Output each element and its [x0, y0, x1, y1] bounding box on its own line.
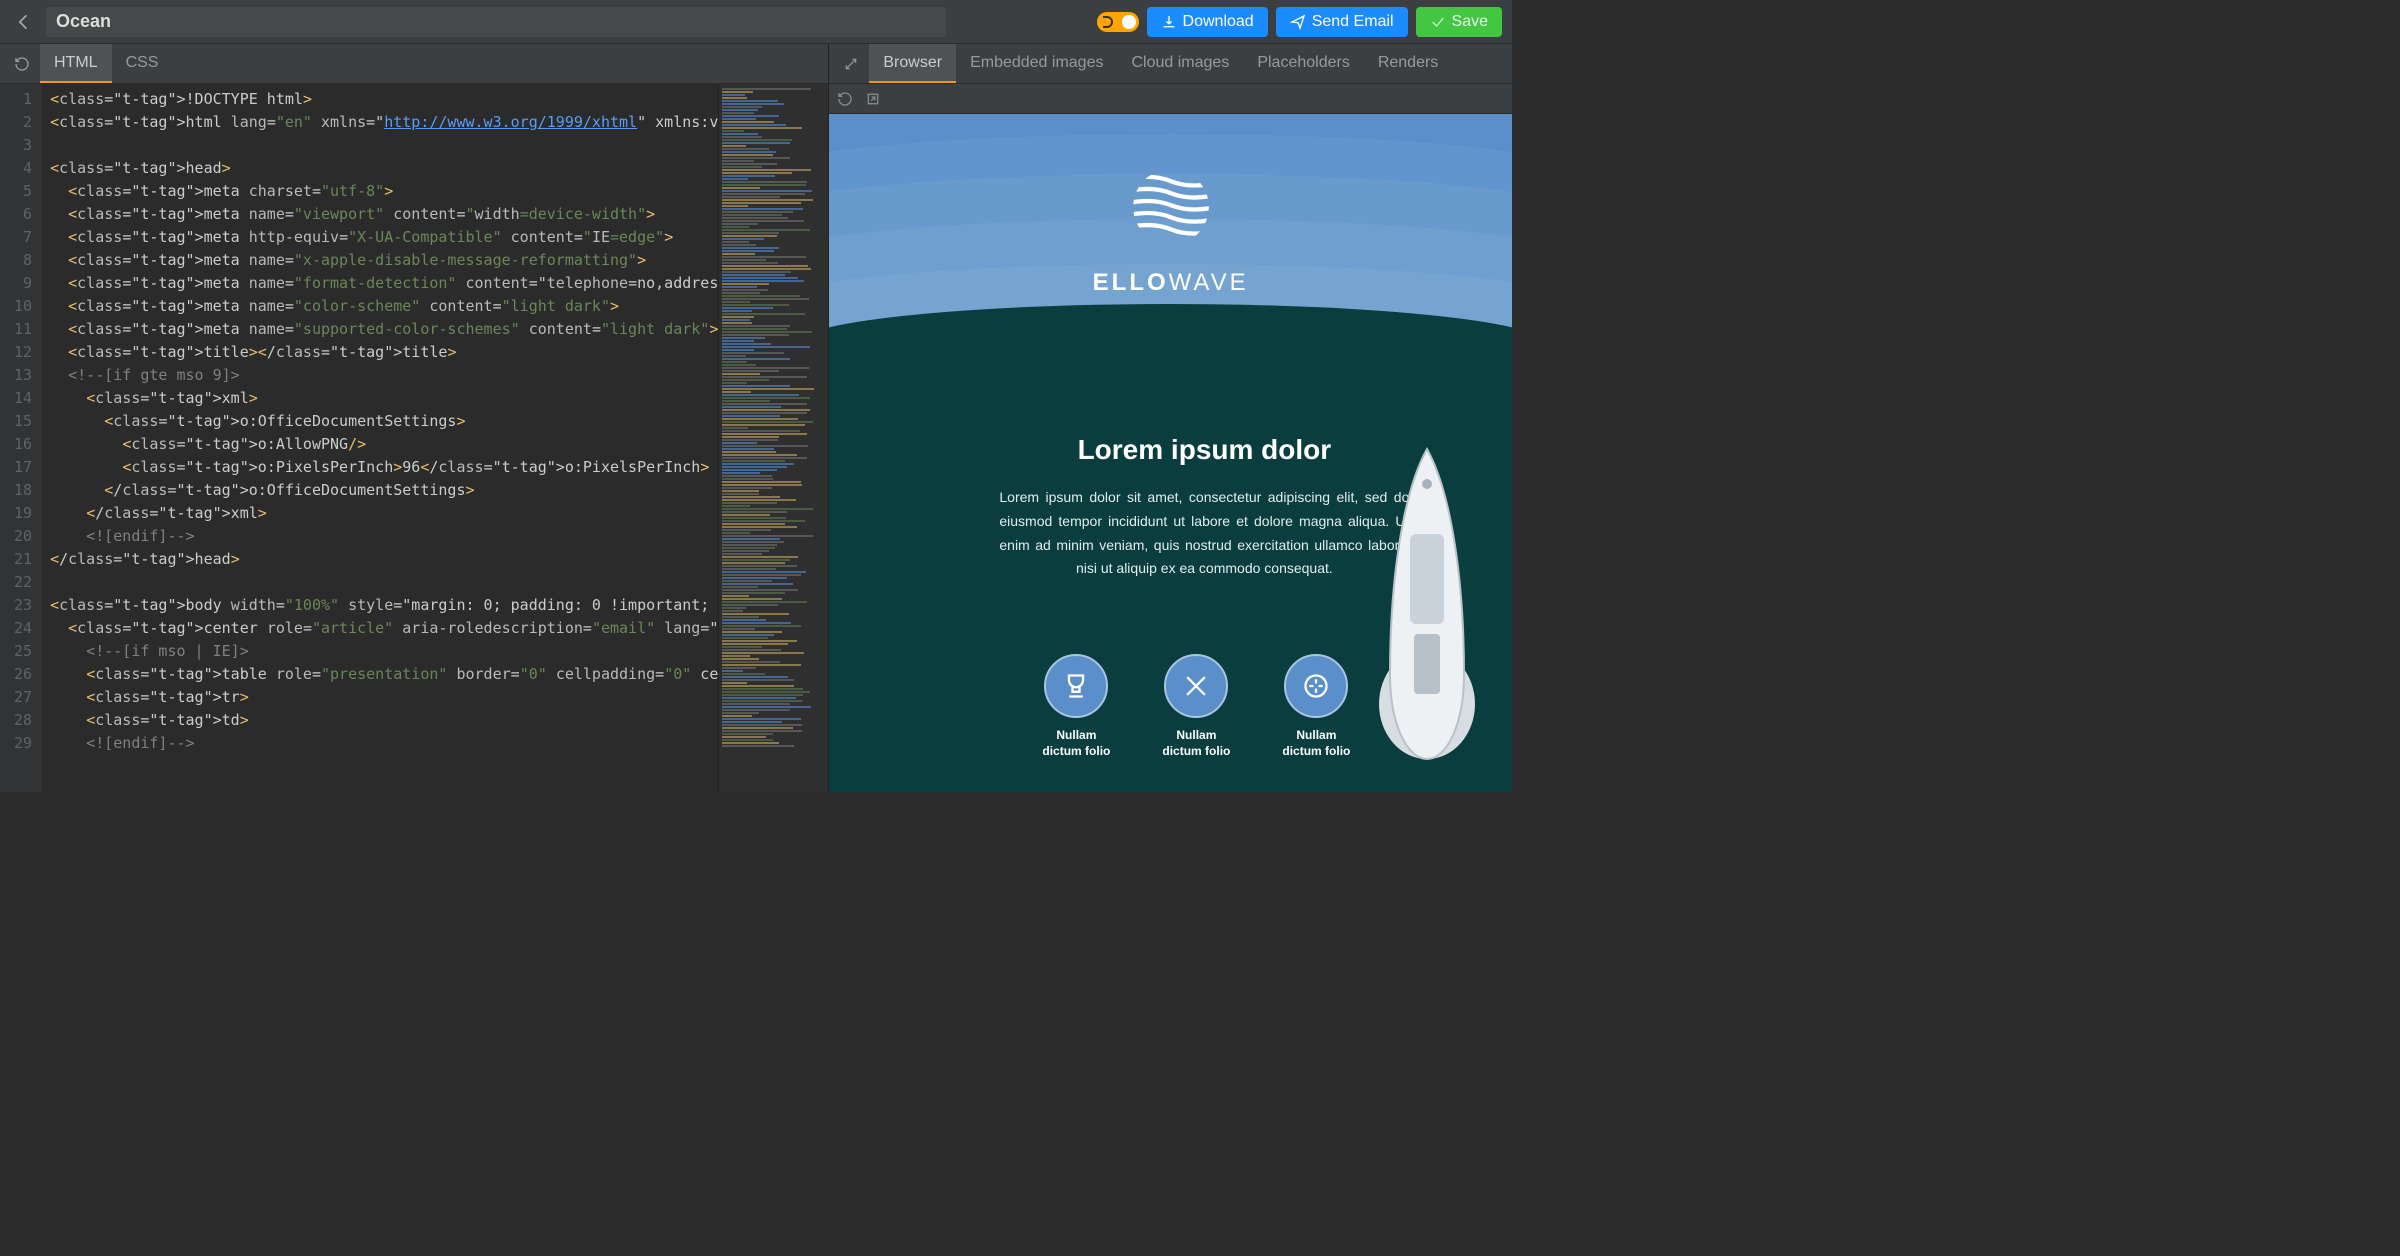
send-email-label: Send Email — [1312, 13, 1394, 31]
tab-placeholders[interactable]: Placeholders — [1243, 44, 1364, 83]
hero-body: Lorem ipsum dolor sit amet, consectetur … — [999, 486, 1409, 581]
download-button[interactable]: Download — [1147, 7, 1268, 37]
brand-logo: ELLOWAVE — [829, 164, 1512, 297]
save-label: Save — [1452, 13, 1488, 31]
feature-item: Nullamdictum folio — [1159, 654, 1233, 759]
top-toolbar: Download Send Email Save — [0, 0, 1512, 44]
tab-cloud-images[interactable]: Cloud images — [1117, 44, 1243, 83]
tab-browser[interactable]: Browser — [869, 44, 956, 83]
brand-name-bold: ELLO — [1093, 269, 1169, 296]
refresh-code-button[interactable] — [4, 44, 40, 83]
hero-headline: Lorem ipsum dolor — [999, 434, 1409, 466]
email-preview: ELLOWAVE Lorem ipsum dolor Lorem ipsum d… — [829, 114, 1512, 792]
expand-preview-button[interactable] — [833, 44, 869, 83]
feature-item: Nullamdictum folio — [1279, 654, 1353, 759]
download-icon — [1161, 14, 1177, 30]
compass-icon — [1284, 654, 1348, 718]
send-icon — [1290, 14, 1306, 30]
right-tab-bar: Browser Embedded images Cloud images Pla… — [829, 44, 1512, 84]
check-icon — [1430, 14, 1446, 30]
feature-item: Nullamdictum folio — [1039, 654, 1113, 759]
line-gutter: 1234567891011121314151617181920212223242… — [0, 84, 42, 792]
code-content[interactable]: <class="t-tag">!DOCTYPE html><class="t-t… — [42, 84, 718, 792]
reload-icon[interactable] — [837, 91, 853, 107]
code-editor[interactable]: 1234567891011121314151617181920212223242… — [0, 84, 828, 792]
yacht-illustration — [1372, 444, 1482, 764]
theme-toggle[interactable] — [1097, 12, 1139, 32]
download-label: Download — [1183, 13, 1254, 31]
tab-css[interactable]: CSS — [112, 44, 173, 83]
hero-copy: Lorem ipsum dolor Lorem ipsum dolor sit … — [999, 434, 1409, 581]
open-external-icon[interactable] — [865, 91, 881, 107]
code-pane: HTML CSS 1234567891011121314151617181920… — [0, 44, 829, 792]
brand-name-thin: WAVE — [1169, 269, 1249, 296]
left-tab-bar: HTML CSS — [0, 44, 828, 84]
document-title-input[interactable] — [46, 7, 946, 37]
preview-pane: Browser Embedded images Cloud images Pla… — [829, 44, 1512, 792]
tab-renders[interactable]: Renders — [1364, 44, 1452, 83]
trophy-icon — [1044, 654, 1108, 718]
feature-label: Nullamdictum folio — [1279, 728, 1353, 759]
back-button[interactable] — [10, 8, 38, 36]
nodes-icon — [1164, 654, 1228, 718]
minimap[interactable] — [718, 84, 828, 792]
tab-embedded-images[interactable]: Embedded images — [956, 44, 1117, 83]
send-email-button[interactable]: Send Email — [1276, 7, 1408, 37]
save-button[interactable]: Save — [1416, 7, 1502, 37]
feature-row: Nullamdictum folio Nullamdictum folio Null… — [1039, 654, 1353, 759]
wave-logo-icon — [1128, 164, 1214, 250]
tab-html[interactable]: HTML — [40, 44, 112, 83]
feature-label: Nullamdictum folio — [1039, 728, 1113, 759]
preview-sub-toolbar — [829, 84, 1512, 114]
feature-label: Nullamdictum folio — [1159, 728, 1233, 759]
